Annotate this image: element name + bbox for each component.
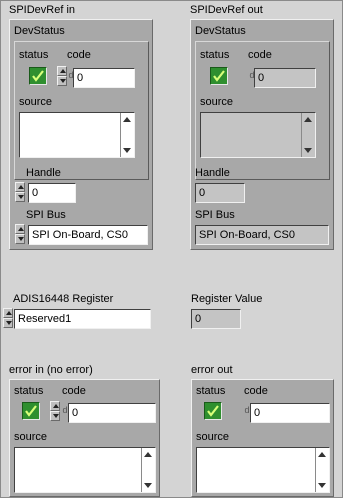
code-spinner[interactable] bbox=[50, 401, 60, 421]
checkmark-icon bbox=[32, 70, 44, 82]
checkmark-icon bbox=[25, 405, 37, 417]
spi-bus-label: SPI Bus bbox=[26, 209, 66, 221]
status-label: status bbox=[19, 49, 49, 61]
error-out-cluster: status code d 0 source bbox=[191, 379, 334, 497]
spi-bus-ring[interactable]: SPI On-Board, CS0 bbox=[28, 225, 148, 245]
source-scrollbar[interactable] bbox=[315, 448, 329, 492]
scroll-up-icon[interactable] bbox=[144, 452, 152, 457]
scroll-down-icon[interactable] bbox=[144, 483, 152, 488]
source-display bbox=[196, 447, 330, 493]
spidevref-out-label: SPIDevRef out bbox=[190, 4, 263, 16]
scroll-down-icon[interactable] bbox=[123, 148, 131, 153]
register-ring[interactable]: Reserved1 bbox=[14, 309, 151, 329]
scroll-up-icon[interactable] bbox=[318, 452, 326, 457]
source-scrollbar[interactable] bbox=[301, 113, 315, 157]
code-input[interactable]: 0 bbox=[68, 403, 156, 423]
checkmark-icon bbox=[213, 70, 225, 82]
status-label: status bbox=[196, 385, 226, 397]
devstatus-label: DevStatus bbox=[14, 25, 65, 37]
code-label: code bbox=[244, 385, 268, 397]
handle-input[interactable]: 0 bbox=[28, 183, 76, 203]
source-scrollbar[interactable] bbox=[141, 448, 155, 492]
handle-display: 0 bbox=[195, 183, 245, 203]
front-panel: SPIDevRef in DevStatus status code d 0 s… bbox=[0, 0, 343, 498]
handle-spinner[interactable] bbox=[15, 182, 25, 202]
scroll-up-icon[interactable] bbox=[123, 117, 131, 122]
devstatus-label: DevStatus bbox=[195, 25, 246, 37]
scroll-down-icon[interactable] bbox=[304, 148, 312, 153]
spinner-down-icon[interactable] bbox=[15, 234, 25, 244]
code-input[interactable]: 0 bbox=[73, 68, 135, 88]
spidevref-out-cluster: DevStatus status code d 0 source Handle … bbox=[190, 19, 334, 250]
spinner-down-icon[interactable] bbox=[3, 318, 13, 328]
handle-label: Handle bbox=[26, 167, 61, 179]
spidevref-in-cluster: DevStatus status code d 0 source Handle bbox=[9, 19, 153, 250]
spinner-down-icon[interactable] bbox=[15, 192, 25, 202]
devstatus-cluster: status code d 0 source bbox=[195, 41, 330, 180]
error-in-cluster: status code d 0 source bbox=[9, 379, 160, 497]
spinner-up-icon[interactable] bbox=[15, 182, 25, 192]
spinner-down-icon[interactable] bbox=[50, 411, 60, 421]
devstatus-cluster: status code d 0 source bbox=[14, 41, 149, 180]
source-display bbox=[200, 112, 316, 158]
spinner-up-icon[interactable] bbox=[3, 308, 13, 318]
source-scrollbar[interactable] bbox=[120, 113, 134, 157]
code-spinner[interactable] bbox=[57, 66, 67, 86]
source-textbox[interactable] bbox=[14, 447, 156, 493]
spidevref-in-label: SPIDevRef in bbox=[9, 4, 76, 16]
spi-bus-label: SPI Bus bbox=[195, 209, 235, 221]
register-value-label: Register Value bbox=[191, 293, 263, 305]
status-label: status bbox=[200, 49, 230, 61]
source-textbox[interactable] bbox=[19, 112, 135, 158]
spinner-down-icon[interactable] bbox=[57, 76, 67, 86]
status-led[interactable] bbox=[22, 402, 40, 420]
spinner-up-icon[interactable] bbox=[50, 401, 60, 411]
status-led bbox=[210, 67, 228, 85]
source-label: source bbox=[14, 431, 48, 443]
source-label: source bbox=[19, 96, 53, 108]
spi-bus-display: SPI On-Board, CS0 bbox=[195, 225, 329, 245]
status-led bbox=[204, 402, 222, 420]
scroll-down-icon[interactable] bbox=[318, 483, 326, 488]
register-label: ADIS16448 Register bbox=[13, 293, 114, 305]
checkmark-icon bbox=[207, 405, 219, 417]
code-label: code bbox=[62, 385, 86, 397]
code-display: 0 bbox=[250, 403, 330, 423]
code-display: 0 bbox=[254, 68, 316, 88]
code-label: code bbox=[248, 49, 272, 61]
register-spinner[interactable] bbox=[3, 308, 13, 328]
spi-bus-spinner[interactable] bbox=[15, 224, 25, 244]
source-label: source bbox=[196, 431, 230, 443]
error-out-label: error out bbox=[191, 364, 233, 376]
scroll-up-icon[interactable] bbox=[304, 117, 312, 122]
code-label: code bbox=[67, 49, 91, 61]
spinner-up-icon[interactable] bbox=[57, 66, 67, 76]
spinner-up-icon[interactable] bbox=[15, 224, 25, 234]
handle-label: Handle bbox=[195, 167, 230, 179]
error-in-label: error in (no error) bbox=[9, 364, 93, 376]
source-label: source bbox=[200, 96, 234, 108]
status-led[interactable] bbox=[29, 67, 47, 85]
register-value-display: 0 bbox=[191, 309, 241, 329]
status-label: status bbox=[14, 385, 44, 397]
